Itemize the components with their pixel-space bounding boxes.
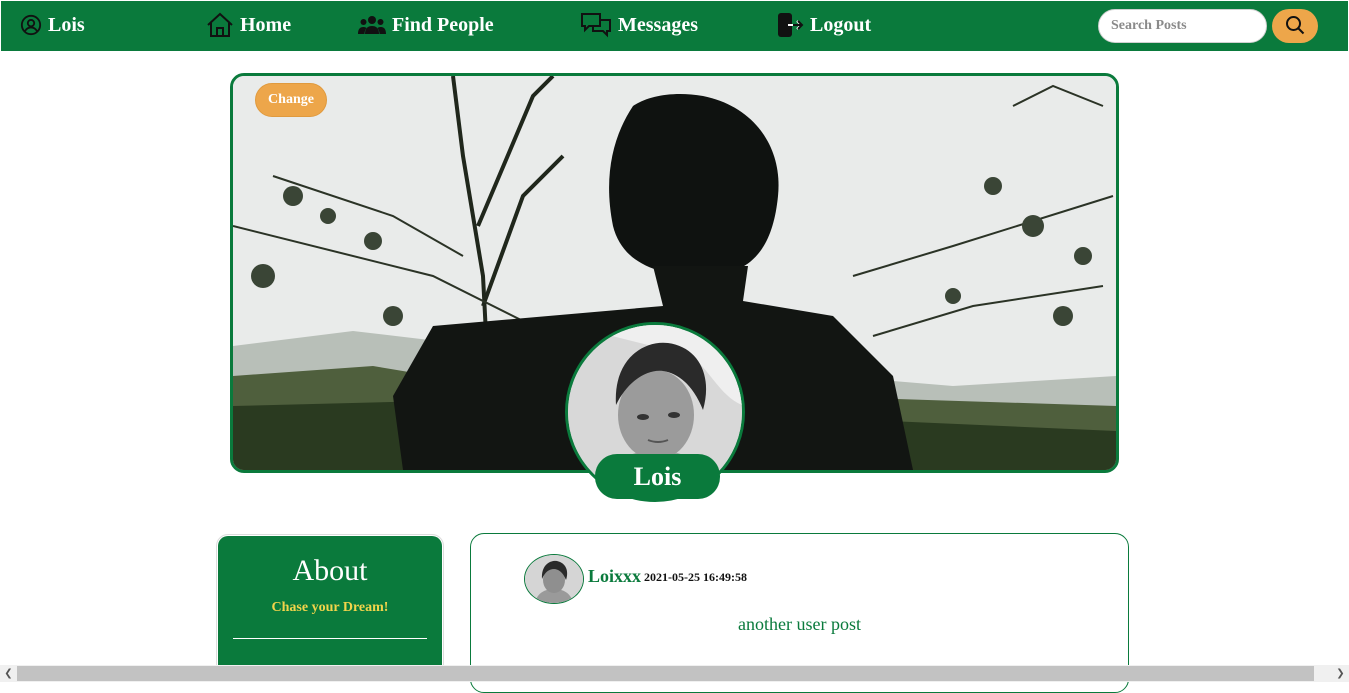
people-icon [358, 14, 386, 36]
scroll-right-arrow-icon[interactable]: ❯ [1332, 665, 1349, 682]
scroll-left-arrow-icon[interactable]: ❮ [0, 665, 17, 682]
post-author-avatar[interactable] [524, 554, 584, 604]
profile-name: Lois [633, 461, 682, 491]
search-icon [1285, 15, 1305, 38]
user-circle-icon [20, 14, 42, 36]
post-content: another user post [738, 614, 861, 634]
change-cover-label: Change [268, 92, 314, 107]
search-button[interactable] [1272, 9, 1318, 43]
nav-profile-link[interactable]: Lois [20, 0, 85, 50]
about-title: About [292, 554, 368, 587]
search-posts-input[interactable] [1098, 9, 1267, 43]
nav-home-label: Home [240, 13, 292, 36]
post-author-name[interactable]: Loixxx [588, 566, 641, 587]
about-divider [233, 638, 427, 639]
nav-logout-link[interactable]: Logout [776, 0, 871, 50]
nav-messages-label: Messages [618, 13, 698, 36]
logout-icon [776, 12, 804, 38]
nav-messages-link[interactable]: Messages [580, 0, 698, 50]
nav-profile-label: Lois [48, 13, 85, 36]
horizontal-scrollbar-thumb[interactable] [17, 666, 1314, 681]
nav-find-people-label: Find People [392, 13, 494, 36]
change-cover-button[interactable]: Change [255, 83, 327, 117]
post-timestamp: 2021-05-25 16:49:58 [644, 570, 747, 584]
about-tagline: Chase your Dream! [271, 600, 389, 615]
post-author-avatar-image [525, 555, 583, 603]
house-icon [206, 12, 234, 38]
nav-home-link[interactable]: Home [206, 0, 291, 50]
nav-logout-label: Logout [810, 13, 872, 36]
chat-icon [580, 11, 612, 39]
nav-find-people-link[interactable]: Find People [358, 0, 494, 50]
profile-name-badge: Lois [595, 454, 720, 499]
